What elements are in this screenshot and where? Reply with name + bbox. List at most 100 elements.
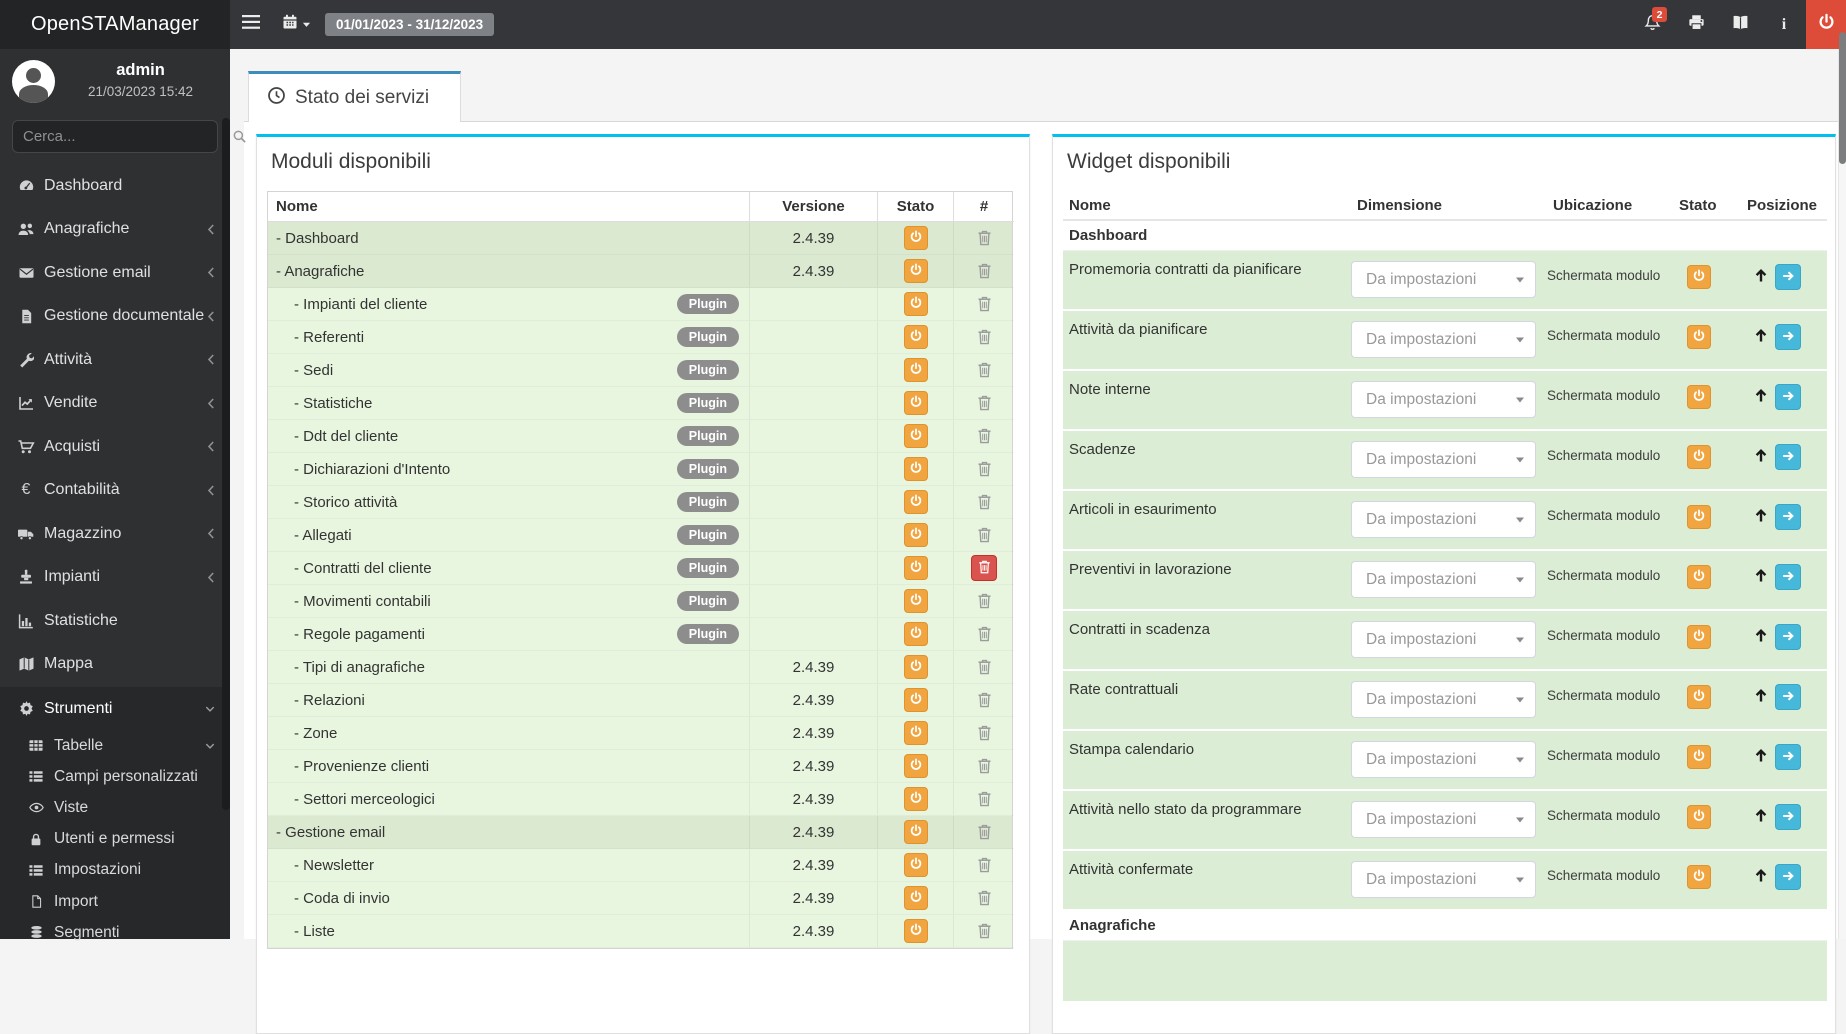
move-to-position-button[interactable]	[1775, 804, 1801, 830]
delete-module-button[interactable]	[977, 725, 992, 741]
delete-module-button[interactable]	[977, 395, 992, 411]
move-to-position-button[interactable]	[1775, 444, 1801, 470]
delete-module-button[interactable]	[977, 692, 992, 708]
dimension-select[interactable]: Da impostazioni	[1351, 321, 1536, 358]
move-to-position-button[interactable]	[1775, 744, 1801, 770]
move-up-button[interactable]	[1753, 324, 1769, 344]
sidebar-item-acquisti[interactable]: Acquisti	[0, 425, 230, 469]
sidebar-item-segmenti[interactable]: Segmenti	[0, 917, 230, 948]
toggle-module-button[interactable]	[903, 688, 928, 712]
sidebar-item-tabelle[interactable]: Tabelle	[0, 730, 230, 761]
dimension-select[interactable]: Da impostazioni	[1351, 561, 1536, 598]
delete-module-button[interactable]	[977, 461, 992, 477]
toggle-module-button[interactable]	[903, 490, 928, 514]
toggle-module-button[interactable]	[903, 457, 928, 481]
toggle-widget-button[interactable]	[1687, 445, 1711, 469]
dimension-select[interactable]: Da impostazioni	[1351, 501, 1536, 538]
toggle-widget-button[interactable]	[1687, 865, 1711, 889]
sidebar-toggle-button[interactable]	[234, 0, 268, 49]
delete-module-button[interactable]	[977, 428, 992, 444]
toggle-module-button[interactable]	[903, 886, 928, 910]
app-logo[interactable]: OpenSTAManager	[0, 0, 230, 49]
toggle-widget-button[interactable]	[1687, 805, 1711, 829]
delete-module-button[interactable]	[977, 362, 992, 378]
delete-module-button[interactable]	[977, 230, 992, 246]
page-scrollbar-track[interactable]	[1838, 49, 1846, 939]
print-button[interactable]	[1674, 0, 1718, 49]
tab-stato-dei-servizi[interactable]: Stato dei servizi	[248, 71, 461, 122]
delete-module-button[interactable]	[977, 527, 992, 543]
move-to-position-button[interactable]	[1775, 384, 1801, 410]
sidebar-scrollbar-thumb[interactable]	[222, 118, 230, 810]
page-scrollbar-thumb[interactable]	[1838, 32, 1846, 164]
dimension-select[interactable]: Da impostazioni	[1351, 861, 1536, 898]
sidebar-item-magazzino[interactable]: Magazzino	[0, 512, 230, 556]
toggle-module-button[interactable]	[903, 721, 928, 745]
toggle-widget-button[interactable]	[1687, 385, 1711, 409]
search-icon[interactable]	[232, 129, 247, 144]
sidebar-item-attivit[interactable]: Attività	[0, 338, 230, 382]
period-picker-button[interactable]	[276, 0, 316, 49]
sidebar-item-impostazioni[interactable]: Impostazioni	[0, 855, 230, 886]
delete-module-button[interactable]	[977, 824, 992, 840]
notifications-button[interactable]: 2	[1630, 0, 1674, 49]
toggle-widget-button[interactable]	[1687, 625, 1711, 649]
toggle-module-button[interactable]	[903, 754, 928, 778]
toggle-module-button[interactable]	[903, 589, 928, 613]
sidebar-item-viste[interactable]: Viste	[0, 792, 230, 823]
search-input[interactable]	[13, 128, 232, 145]
dimension-select[interactable]: Da impostazioni	[1351, 381, 1536, 418]
dimension-select[interactable]: Da impostazioni	[1351, 801, 1536, 838]
dimension-select[interactable]: Da impostazioni	[1351, 681, 1536, 718]
toggle-module-button[interactable]	[903, 226, 928, 250]
move-to-position-button[interactable]	[1775, 564, 1801, 590]
docs-button[interactable]	[1718, 0, 1762, 49]
toggle-module-button[interactable]	[903, 391, 928, 415]
toggle-widget-button[interactable]	[1687, 505, 1711, 529]
toggle-module-button[interactable]	[903, 556, 928, 580]
delete-module-button[interactable]	[977, 890, 992, 906]
toggle-module-button[interactable]	[903, 820, 928, 844]
move-to-position-button[interactable]	[1775, 684, 1801, 710]
delete-module-button[interactable]	[977, 659, 992, 675]
move-up-button[interactable]	[1753, 624, 1769, 644]
toggle-module-button[interactable]	[903, 919, 928, 943]
sidebar-item-mappa[interactable]: Mappa	[0, 643, 230, 687]
sidebar-item-contabilit[interactable]: € Contabilità	[0, 469, 230, 513]
move-up-button[interactable]	[1753, 564, 1769, 584]
move-to-position-button[interactable]	[1775, 264, 1801, 290]
dimension-select[interactable]: Da impostazioni	[1351, 441, 1536, 478]
move-up-button[interactable]	[1753, 864, 1769, 884]
sidebar-item-utenti-e-permessi[interactable]: Utenti e permessi	[0, 824, 230, 855]
toggle-module-button[interactable]	[903, 787, 928, 811]
sidebar-item-statistiche[interactable]: Statistiche	[0, 599, 230, 643]
delete-module-button[interactable]	[977, 263, 992, 279]
delete-module-button[interactable]	[977, 791, 992, 807]
dimension-select[interactable]: Da impostazioni	[1351, 741, 1536, 778]
delete-module-button-danger[interactable]	[971, 555, 997, 581]
toggle-widget-button[interactable]	[1687, 265, 1711, 289]
sidebar-item-gestione-documentale[interactable]: Gestione documentale	[0, 295, 230, 339]
info-button[interactable]: i	[1762, 0, 1806, 49]
toggle-module-button[interactable]	[903, 622, 928, 646]
delete-module-button[interactable]	[977, 857, 992, 873]
toggle-module-button[interactable]	[903, 853, 928, 877]
toggle-module-button[interactable]	[903, 424, 928, 448]
toggle-module-button[interactable]	[903, 655, 928, 679]
move-up-button[interactable]	[1753, 744, 1769, 764]
toggle-widget-button[interactable]	[1687, 565, 1711, 589]
sidebar-item-vendite[interactable]: Vendite	[0, 382, 230, 426]
sidebar-item-anagrafiche[interactable]: Anagrafiche	[0, 208, 230, 252]
toggle-module-button[interactable]	[903, 358, 928, 382]
sidebar-item-dashboard[interactable]: Dashboard	[0, 164, 230, 208]
sidebar-item-strumenti[interactable]: Strumenti	[0, 687, 230, 730]
toggle-module-button[interactable]	[903, 325, 928, 349]
dimension-select[interactable]: Da impostazioni	[1351, 621, 1536, 658]
delete-module-button[interactable]	[977, 296, 992, 312]
toggle-module-button[interactable]	[903, 523, 928, 547]
toggle-module-button[interactable]	[903, 259, 928, 283]
sidebar-item-import[interactable]: Import	[0, 886, 230, 917]
move-to-position-button[interactable]	[1775, 864, 1801, 890]
dimension-select[interactable]: Da impostazioni	[1351, 261, 1536, 298]
avatar[interactable]	[12, 60, 55, 103]
